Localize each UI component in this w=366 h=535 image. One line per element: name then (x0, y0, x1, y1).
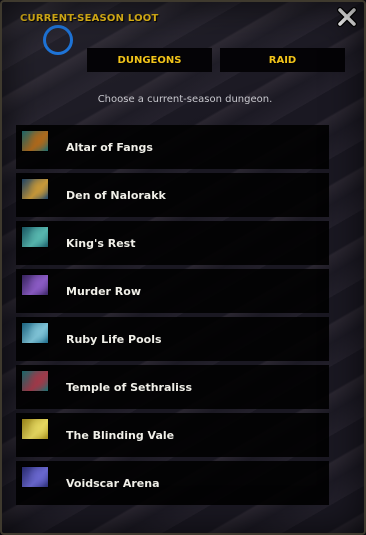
dungeon-row-the-blinding-vale[interactable]: The Blinding Vale (16, 413, 329, 457)
temple-of-sethraliss-thumbnail-icon (21, 370, 49, 392)
den-of-nalorakk-thumbnail-icon (21, 178, 49, 200)
dungeon-name: Altar of Fangs (66, 141, 153, 154)
close-x-icon (337, 7, 357, 27)
dungeon-name: Voidscar Arena (66, 477, 160, 490)
instruction-text: Choose a current-season dungeon. (97, 94, 273, 105)
dungeon-row-ruby-life-pools[interactable]: Ruby Life Pools (16, 317, 329, 361)
the-blinding-vale-thumbnail-icon (21, 418, 49, 440)
tab-dungeons[interactable]: DUNGEONS (87, 48, 212, 72)
close-button[interactable] (336, 6, 358, 28)
dungeon-row-kings-rest[interactable]: King's Rest (16, 221, 329, 265)
window-title: CURRENT-SEASON LOOT (20, 13, 159, 24)
dungeon-name: Temple of Sethraliss (66, 381, 193, 394)
kings-rest-thumbnail-icon (21, 226, 49, 248)
dungeon-name: Ruby Life Pools (66, 333, 162, 346)
loading-ring-icon (43, 25, 73, 55)
dungeon-name: King's Rest (66, 237, 136, 250)
dungeon-list: Altar of Fangs Den of Nalorakk King's Re… (16, 125, 329, 509)
dungeon-row-voidscar-arena[interactable]: Voidscar Arena (16, 461, 329, 505)
dungeon-row-altar-of-fangs[interactable]: Altar of Fangs (16, 125, 329, 169)
murder-row-thumbnail-icon (21, 274, 49, 296)
tab-raid[interactable]: RAID (220, 48, 345, 72)
dungeon-row-murder-row[interactable]: Murder Row (16, 269, 329, 313)
dungeon-row-den-of-nalorakk[interactable]: Den of Nalorakk (16, 173, 329, 217)
voidscar-arena-thumbnail-icon (21, 466, 49, 488)
dungeon-row-temple-of-sethraliss[interactable]: Temple of Sethraliss (16, 365, 329, 409)
ruby-life-pools-thumbnail-icon (21, 322, 49, 344)
dungeon-name: Den of Nalorakk (66, 189, 166, 202)
loot-window: CURRENT-SEASON LOOT DUNGEONS RAID Choose… (0, 0, 366, 535)
altar-of-fangs-thumbnail-icon (21, 130, 49, 152)
dungeon-name: The Blinding Vale (66, 429, 175, 442)
dungeon-name: Murder Row (66, 285, 141, 298)
